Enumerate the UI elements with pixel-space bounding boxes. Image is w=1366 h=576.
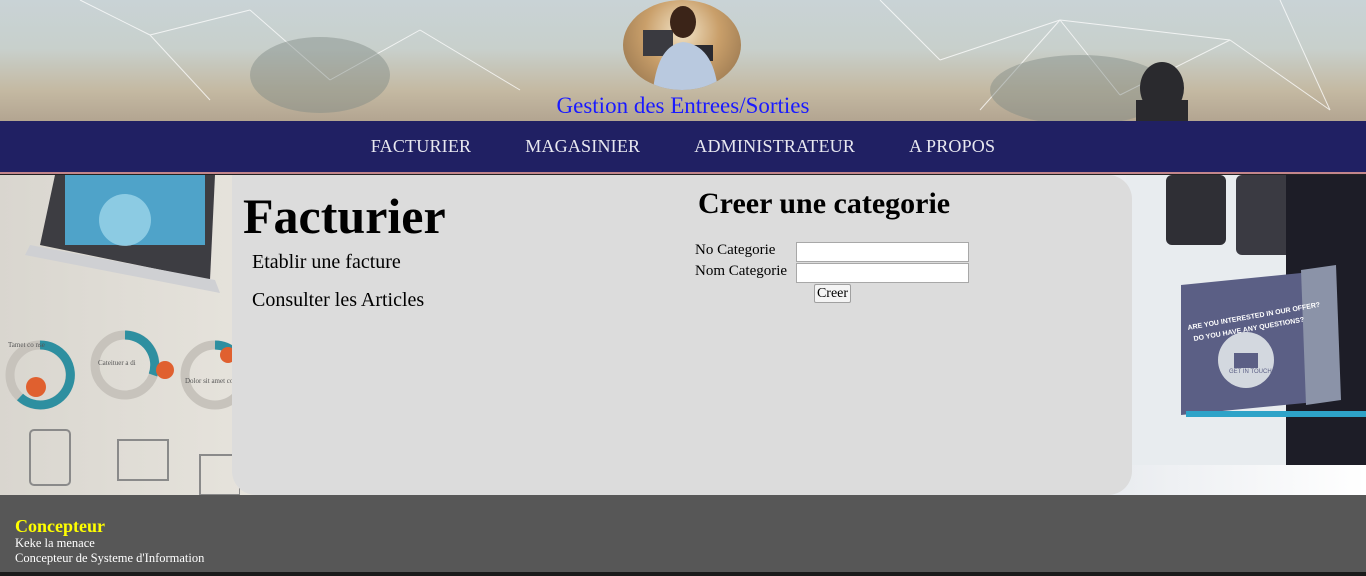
bottom-strip: [0, 572, 1366, 576]
decor-left-text-3: Dolor sit amet co: [185, 377, 234, 385]
page-title: Facturier: [243, 188, 446, 244]
footer-role: Concepteur de Systeme d'Information: [15, 551, 205, 565]
form-title: Creer une categorie: [698, 187, 951, 220]
no-categorie-input[interactable]: [796, 242, 969, 262]
site-title: Gestion des Entrees/Sorties: [556, 93, 810, 118]
footer-author: Keke la menace: [15, 536, 95, 550]
nom-categorie-label: Nom Categorie: [695, 263, 788, 279]
contact-offer-decoration: ARE YOU INTERESTED IN OUR OFFER? DO YOU …: [1126, 175, 1366, 465]
header-banner: Gestion des Entrees/Sorties: [0, 0, 1366, 121]
nav-item-magasinier[interactable]: MAGASINIER: [525, 136, 640, 157]
footer-title: Concepteur: [15, 516, 105, 536]
svg-text:GET IN TOUCH: GET IN TOUCH: [1229, 369, 1272, 375]
no-categorie-label: No Categorie: [695, 242, 776, 258]
link-consulter-articles[interactable]: Consulter les Articles: [252, 289, 424, 312]
nom-categorie-input[interactable]: [796, 263, 969, 283]
nav-item-administrateur[interactable]: ADMINISTRATEUR: [694, 136, 855, 157]
main-nav: FACTURIER MAGASINIER ADMINISTRATEUR A PR…: [0, 121, 1366, 174]
footer: Concepteur Keke la menace Concepteur de …: [0, 495, 1366, 572]
infographic-decoration: Tamet co nse Cateituer a di Dolor sit am…: [5, 175, 240, 495]
nav-item-facturier[interactable]: FACTURIER: [371, 136, 471, 157]
nav-item-a-propos[interactable]: A PROPOS: [909, 136, 995, 157]
creer-button[interactable]: Creer: [814, 284, 851, 303]
content-panel: Facturier Etablir une facture Consulter …: [232, 175, 1132, 495]
decor-left-text-2: Cateituer a di: [98, 359, 136, 367]
decor-left-text-1: Tamet co nse: [8, 341, 45, 349]
avatar-icon: [623, 0, 741, 90]
link-etablir-facture[interactable]: Etablir une facture: [252, 251, 401, 274]
